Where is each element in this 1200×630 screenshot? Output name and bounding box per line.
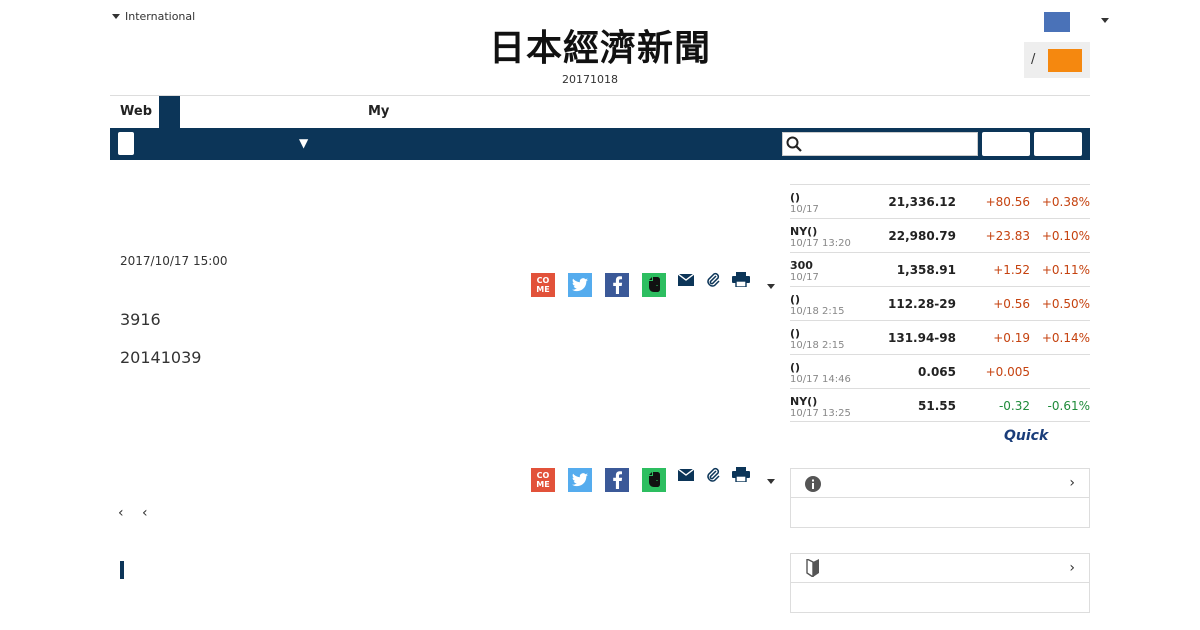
nav-menu-button[interactable] xyxy=(118,132,134,155)
comemo-icon[interactable]: CO ME xyxy=(531,468,555,492)
quick-logo[interactable]: Quick xyxy=(1004,428,1048,444)
article-date: 2017/10/17 15:00 xyxy=(120,254,228,268)
share-more-caret-icon[interactable] xyxy=(767,479,775,484)
edition-label: International xyxy=(125,10,196,23)
market-change: -0.32 xyxy=(998,399,1030,413)
market-change: +23.83 xyxy=(985,229,1030,243)
market-change: +0.005 xyxy=(985,365,1030,379)
market-row[interactable]: NY() 10/17 13:20 22,980.79 +23.83 +0.10% xyxy=(790,218,1090,252)
market-change: +0.56 xyxy=(993,297,1030,311)
market-time: 10/17 xyxy=(790,204,819,215)
facebook-icon[interactable] xyxy=(605,273,629,297)
search-button[interactable] xyxy=(982,132,1030,156)
market-name: () xyxy=(790,293,801,306)
market-name: 300 xyxy=(790,259,813,272)
market-row[interactable]: NY() 10/17 13:25 51.55 -0.32 -0.61% xyxy=(790,388,1090,422)
info-icon xyxy=(805,476,821,492)
prev-section-link[interactable]: ‹ xyxy=(142,505,148,521)
market-time: 10/17 xyxy=(790,272,819,283)
market-value: 0.065 xyxy=(918,365,956,379)
advanced-search-button[interactable] xyxy=(1034,132,1082,156)
market-value: 1,358.91 xyxy=(896,263,956,277)
market-value: 51.55 xyxy=(918,399,956,413)
nav-dropdown-arrow-icon[interactable]: ▼ xyxy=(299,136,308,150)
mail-icon[interactable] xyxy=(678,274,694,286)
account-menu-caret-icon[interactable] xyxy=(1101,18,1109,23)
mail-icon[interactable] xyxy=(678,469,694,481)
market-row[interactable]: () 10/18 2:15 112.28-29 +0.56 +0.50% xyxy=(790,286,1090,320)
market-percent: +0.11% xyxy=(1041,263,1090,277)
caret-down-icon xyxy=(112,14,120,19)
market-row[interactable]: () 10/18 2:15 131.94-98 +0.19 +0.14% xyxy=(790,320,1090,354)
beginner-mark-icon xyxy=(806,559,819,577)
market-value: 21,336.12 xyxy=(888,195,956,209)
market-row[interactable]: () 10/17 21,336.12 +80.56 +0.38% xyxy=(790,184,1090,218)
market-time: 10/17 14:46 xyxy=(790,374,851,385)
tab-web[interactable]: Web xyxy=(120,104,152,119)
search-icon[interactable] xyxy=(786,136,802,152)
header-divider xyxy=(110,95,1090,96)
search-input[interactable] xyxy=(782,132,978,156)
market-value: 112.28-29 xyxy=(888,297,956,311)
twitter-icon[interactable] xyxy=(568,273,592,297)
market-value: 131.94-98 xyxy=(888,331,956,345)
clip-icon[interactable] xyxy=(706,272,720,288)
twitter-icon[interactable] xyxy=(568,468,592,492)
beginner-box[interactable]: › xyxy=(790,553,1090,613)
print-icon[interactable] xyxy=(732,467,750,482)
tab-my[interactable]: My xyxy=(368,104,389,119)
info-box[interactable]: › xyxy=(790,468,1090,528)
market-row[interactable]: () 10/17 14:46 0.065 +0.005 xyxy=(790,354,1090,388)
prev-page-link[interactable]: ‹ xyxy=(118,505,124,521)
section-heading-marker xyxy=(120,561,124,579)
market-percent: +0.10% xyxy=(1041,229,1090,243)
evernote-icon[interactable] xyxy=(642,468,666,492)
market-row[interactable]: 300 10/17 1,358.91 +1.52 +0.11% xyxy=(790,252,1090,286)
edition-selector[interactable]: International xyxy=(112,10,195,23)
evernote-icon[interactable] xyxy=(642,273,666,297)
chevron-right-icon[interactable]: › xyxy=(1069,475,1075,491)
market-percent: -0.61% xyxy=(1047,399,1090,413)
subscribe-button[interactable] xyxy=(1048,49,1082,72)
market-name: () xyxy=(790,361,801,374)
share-more-caret-icon[interactable] xyxy=(767,284,775,289)
market-time: 10/17 13:25 xyxy=(790,408,851,419)
market-percent: +0.38% xyxy=(1041,195,1090,209)
tab-active-indicator[interactable] xyxy=(159,96,180,128)
comemo-icon[interactable]: CO ME xyxy=(531,273,555,297)
market-change: +1.52 xyxy=(993,263,1030,277)
market-percent: +0.50% xyxy=(1041,297,1090,311)
beginner-box-header[interactable]: › xyxy=(791,554,1089,583)
market-table: () 10/17 21,336.12 +80.56 +0.38% NY() 10/17 13… xyxy=(790,184,1090,422)
article-paragraph: 20141039 xyxy=(120,348,202,367)
chevron-right-icon[interactable]: › xyxy=(1069,560,1075,576)
account-icon[interactable] xyxy=(1044,12,1070,32)
market-name: () xyxy=(790,327,801,340)
clip-icon[interactable] xyxy=(706,467,720,483)
market-change: +80.56 xyxy=(985,195,1030,209)
site-logo[interactable]: 日本經濟新聞 xyxy=(455,28,745,68)
article-paragraph: 3916 xyxy=(120,310,161,329)
market-name: NY() xyxy=(790,225,818,238)
login-separator: / xyxy=(1031,52,1036,67)
market-time: 10/18 2:15 xyxy=(790,340,845,351)
market-name: () xyxy=(790,191,801,204)
facebook-icon[interactable] xyxy=(605,468,629,492)
market-name: NY() xyxy=(790,395,818,408)
market-time: 10/17 13:20 xyxy=(790,238,851,249)
info-box-header[interactable]: › xyxy=(791,469,1089,498)
market-time: 10/18 2:15 xyxy=(790,306,845,317)
market-change: +0.19 xyxy=(993,331,1030,345)
market-percent: +0.14% xyxy=(1041,331,1090,345)
issue-date: 20171018 xyxy=(562,73,618,86)
market-value: 22,980.79 xyxy=(888,229,956,243)
print-icon[interactable] xyxy=(732,272,750,287)
